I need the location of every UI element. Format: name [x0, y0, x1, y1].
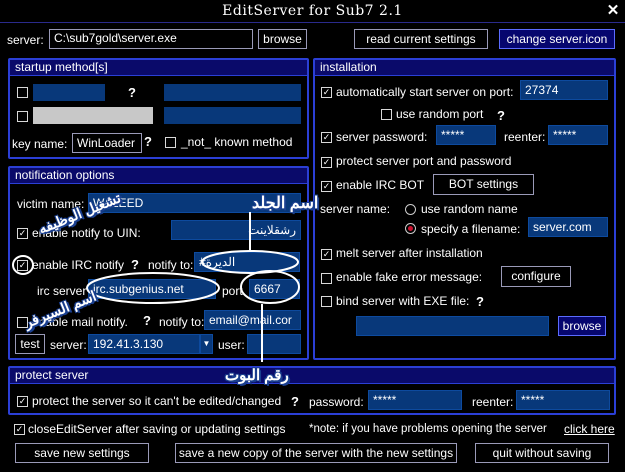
- annotation-ellipse-irc-channel: [201, 250, 299, 274]
- annotation-bot-number: رقم البوت: [225, 367, 289, 384]
- annotation-ellipse-port: [240, 270, 300, 304]
- annotation-overlay: [12, 212, 300, 362]
- annotation-ellipse-irc-server: [86, 272, 220, 304]
- annotation-folder-name: اسم الجلد: [252, 195, 319, 212]
- annotation-ellipse-irc-checkbox: [12, 255, 34, 275]
